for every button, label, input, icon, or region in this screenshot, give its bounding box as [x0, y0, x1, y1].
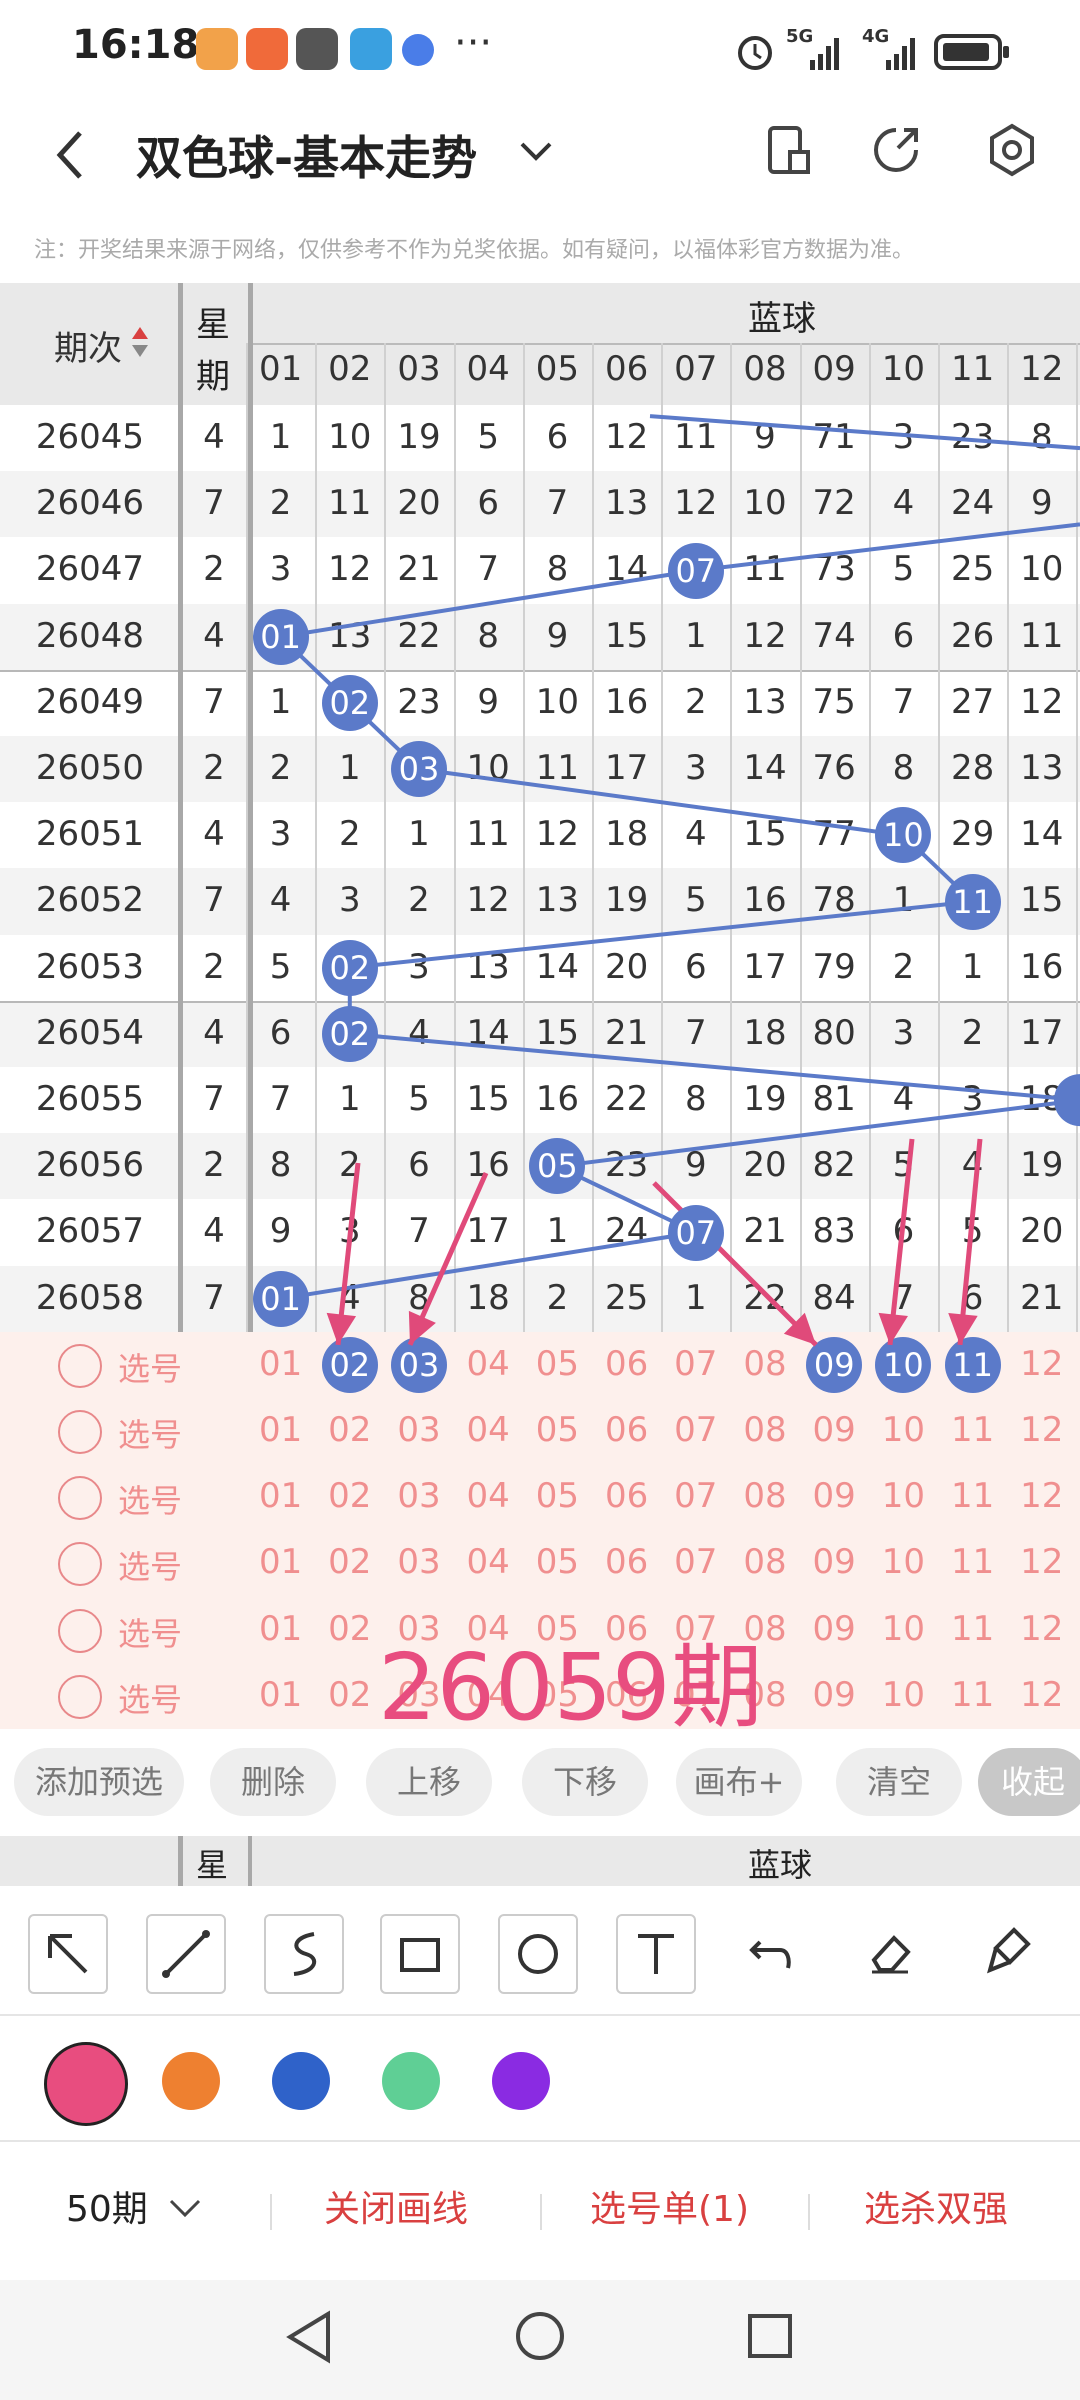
circle-icon[interactable] [498, 1914, 578, 1994]
action-button-1[interactable]: 添加预选 [14, 1748, 184, 1816]
action-button-4[interactable]: 下移 [522, 1748, 648, 1816]
arrow-icon[interactable] [28, 1914, 108, 1994]
subheader-week: 星 [196, 1846, 229, 1884]
trend-line-segment [418, 767, 904, 838]
action-button-6[interactable]: 清空 [836, 1748, 962, 1816]
disclaimer-notice: 注：开奖结果来源于网络，仅供参考不作为兑奖依据。如有疑问，以福体彩官方数据为准。 [34, 238, 915, 263]
drawn-ball: 07 [667, 1204, 724, 1261]
drawn-ball: 02 [321, 939, 378, 996]
alarm-icon [738, 36, 772, 70]
divider [808, 2194, 810, 2230]
annotation-arrow-shaft [887, 1138, 915, 1346]
signal-5g-icon [810, 38, 839, 70]
app-notification-icon [196, 28, 238, 70]
curve-icon[interactable] [264, 1914, 344, 1994]
text-icon[interactable] [616, 1914, 696, 1994]
back-icon[interactable] [50, 125, 90, 185]
nav-back-icon[interactable] [284, 2310, 334, 2364]
trend-line-segment [557, 1098, 1080, 1169]
action-button-5[interactable]: 画布+ [676, 1748, 802, 1816]
trend-line-segment [349, 899, 973, 970]
status-bar: 16:18 ··· 5G 4G [0, 0, 1080, 100]
color-swatch-2[interactable] [162, 2052, 220, 2110]
action-button-2[interactable]: 删除 [210, 1748, 336, 1816]
color-swatch-5[interactable] [492, 2052, 550, 2110]
pick-list-button[interactable]: 选号单(1) [590, 2180, 749, 2232]
page-title[interactable]: 双色球-基本走势 [136, 122, 477, 188]
chevron-down-icon[interactable] [518, 140, 554, 164]
phone-portrait-icon[interactable] [760, 122, 816, 178]
clear-brush-icon[interactable] [970, 1914, 1046, 1990]
subheader-divider [248, 1836, 252, 1886]
annotation-arrow-shaft [957, 1138, 983, 1346]
divider [540, 2194, 542, 2230]
trend-line-segment [349, 1031, 1080, 1103]
status-time: 16:18 [72, 22, 200, 68]
color-swatch-3[interactable] [272, 2052, 330, 2110]
trend-line-segment [649, 414, 1080, 451]
battery-icon [934, 34, 1009, 70]
subheader-divider [178, 1836, 183, 1886]
drawn-ball: 11 [944, 873, 1001, 930]
app-notification-icon [246, 28, 288, 70]
trend-table: 期次 星 期 蓝球 01 02 03 04 05 06 07 08 09 10 11 12 26045… [0, 283, 1080, 1729]
period-annotation-text: 26059期 [378, 1634, 763, 1729]
color-swatch-4[interactable] [382, 2052, 440, 2110]
drawn-ball: 01 [252, 1270, 309, 1327]
app-notification-icon [402, 34, 434, 66]
edge-ball-marker [1054, 1074, 1080, 1127]
period-count-select[interactable]: 50期 [66, 2180, 148, 2232]
rectangle-icon[interactable] [380, 1914, 460, 1994]
eraser-icon[interactable] [852, 1914, 928, 1990]
drawn-ball: 01 [252, 608, 309, 665]
divider [270, 2194, 272, 2230]
nav-home-icon[interactable] [514, 2310, 566, 2362]
trend-line-segment [280, 568, 697, 639]
signal-4g-icon [886, 38, 915, 70]
trend-line-segment [695, 522, 1080, 573]
line-icon[interactable] [146, 1914, 226, 1994]
trend-line-overlay [279, 414, 1080, 1347]
divider [0, 2140, 1080, 2142]
annotation-arrow-head [878, 1312, 908, 1345]
more-notifications-icon: ··· [454, 20, 493, 66]
action-button-3[interactable]: 上移 [366, 1748, 492, 1816]
close-draw-button[interactable]: 关闭画线 [324, 2180, 468, 2232]
annotation-arrow-shaft [652, 1181, 818, 1347]
app-notification-icon [296, 28, 338, 70]
nav-recents-icon[interactable] [746, 2312, 794, 2360]
drawn-ball: 03 [391, 741, 447, 798]
sticky-subheader [0, 1836, 1080, 1886]
system-nav-bar [0, 2280, 1080, 2400]
color-swatch-1[interactable] [44, 2042, 128, 2126]
action-button-7[interactable]: 收起 [978, 1748, 1080, 1816]
drawn-ball: 02 [321, 1005, 378, 1062]
settings-icon[interactable] [984, 122, 1040, 178]
share-icon[interactable] [868, 122, 924, 178]
app-notification-icon [350, 28, 392, 70]
subheader-blue: 蓝球 [748, 1846, 813, 1884]
drawn-ball: 02 [321, 674, 378, 731]
kill-strong-button[interactable]: 选杀双强 [864, 2180, 1008, 2232]
drawn-ball: 07 [667, 542, 724, 599]
chevron-down-icon[interactable] [168, 2198, 202, 2220]
undo-icon[interactable] [734, 1914, 810, 1990]
annotation-arrow-head [326, 1312, 357, 1345]
